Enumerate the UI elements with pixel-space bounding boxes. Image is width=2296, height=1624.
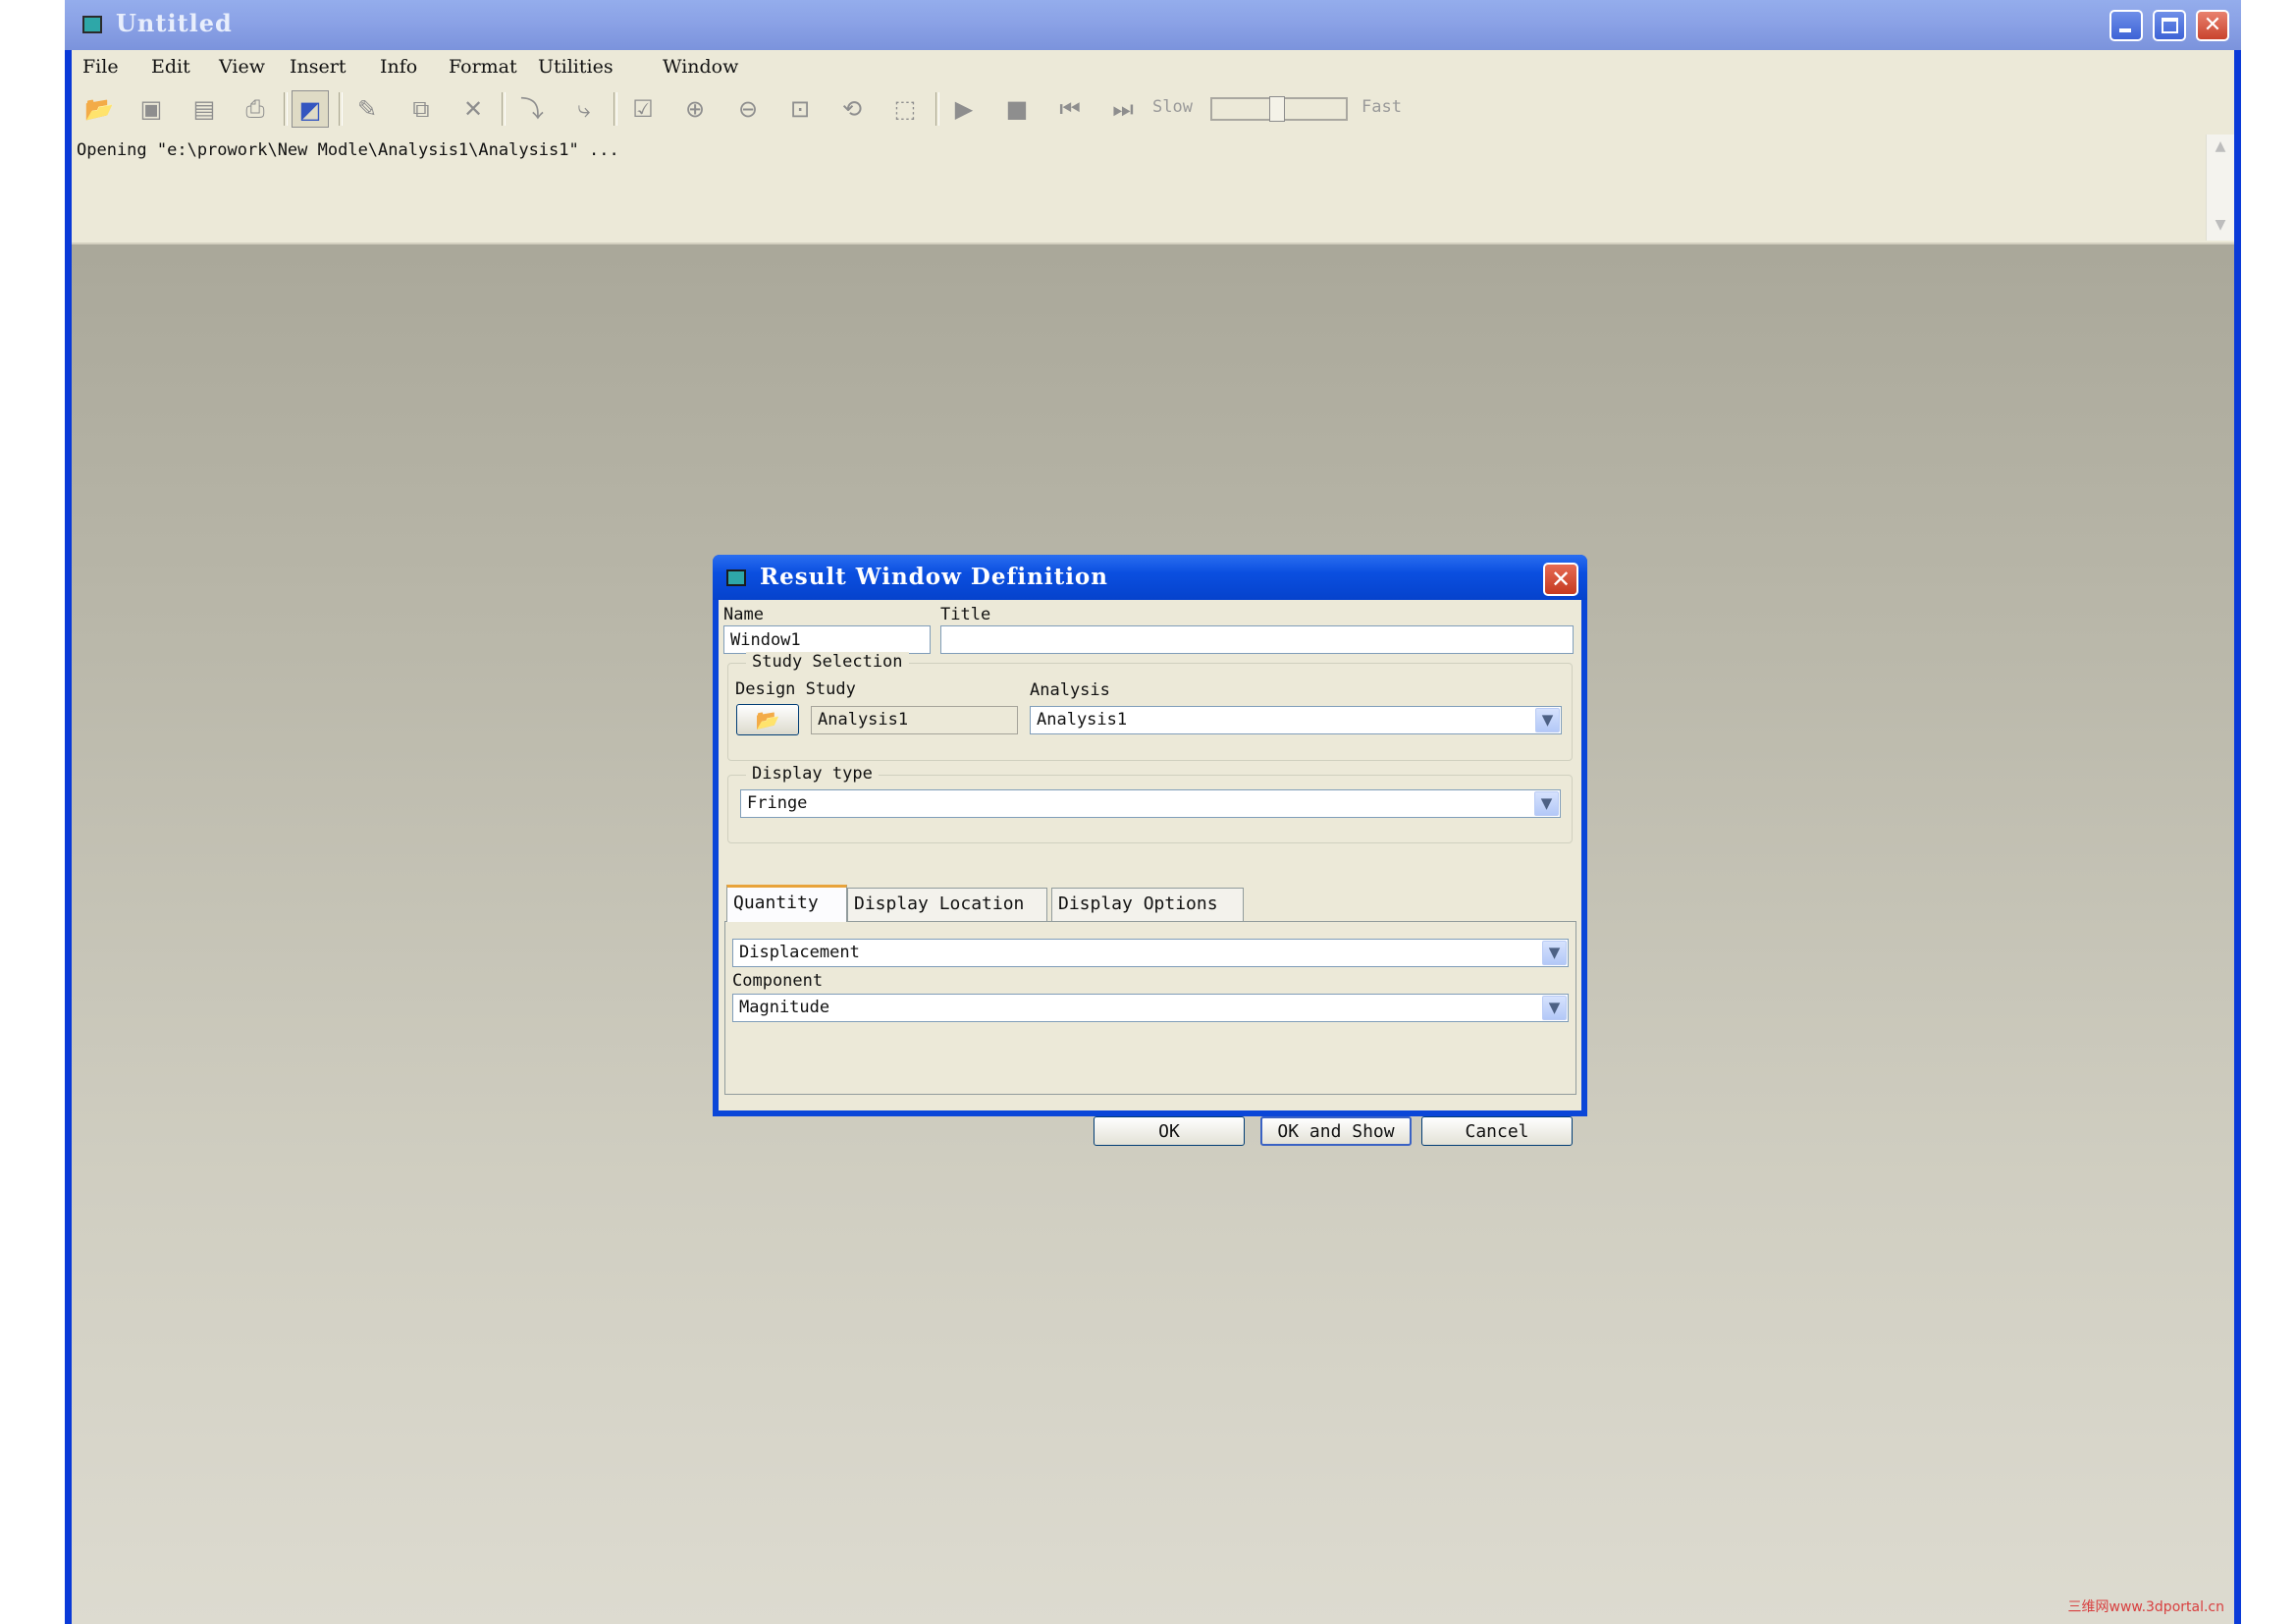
analysis-value: Analysis1 [1037,710,1128,730]
close-button[interactable]: ✕ [2196,10,2229,41]
save-as-icon[interactable]: ▤ [186,90,223,128]
toolbar: 📂 ▣ ▤ ⎙ ◩ ✎ ⧉ ✕ ⤵ ⤷ ☑ ⊕ ⊖ ⊡ ⟲ ⬚ ▶ ■ ⏮ ⏭ … [72,84,2234,135]
name-label: Name [723,605,764,624]
chevron-down-icon[interactable]: ▼ [1542,941,1567,965]
design-study-label: Design Study [735,679,856,699]
rewind-icon[interactable]: ⏮ [1051,90,1089,128]
study-selection-legend: Study Selection [746,652,909,672]
display-type-legend: Display type [746,764,879,784]
stop-icon[interactable]: ■ [998,90,1036,128]
analysis-select[interactable]: Analysis1 ▼ [1030,706,1562,734]
menu-insert[interactable]: Insert [290,56,346,78]
tab-display-options[interactable]: Display Options [1051,888,1244,921]
watermark: 三维网www.3dportal.cn [2067,1599,2225,1615]
play-icon[interactable]: ▶ [945,90,983,128]
zoom-in-icon[interactable]: ⊕ [676,90,714,128]
close-icon: ✕ [2203,13,2222,37]
menu-file[interactable]: File [82,56,119,78]
zoom-out-icon[interactable]: ⊖ [729,90,767,128]
step-end-icon[interactable]: ⏭ [1104,90,1142,128]
chevron-down-icon[interactable]: ▼ [1535,708,1560,732]
open-folder-icon: 📂 [755,708,780,731]
menu-info[interactable]: Info [380,56,417,78]
ok-and-show-button[interactable]: OK and Show [1260,1116,1412,1146]
component-select[interactable]: Magnitude ▼ [732,994,1569,1022]
menu-format[interactable]: Format [449,56,517,78]
insert-before-icon[interactable]: ⤷ [565,90,603,128]
dialog-app-icon [726,569,746,586]
tab-display-location[interactable]: Display Location [847,888,1047,921]
delete-icon[interactable]: ✕ [454,90,492,128]
ok-button[interactable]: OK [1094,1116,1245,1146]
design-study-field: Analysis1 [811,706,1018,734]
dialog-titlebar: Result Window Definition ✕ [713,555,1587,600]
title-label: Title [940,605,991,624]
zoom-fit-icon[interactable]: ⊡ [781,90,819,128]
close-icon: ✕ [1550,566,1572,593]
print-icon[interactable]: ⎙ [237,90,274,128]
message-text: Opening "e:\prowork\New Modle\Analysis1\… [77,140,619,160]
tab-quantity[interactable]: Quantity [726,885,847,922]
app-icon [82,16,102,33]
speed-fast-label: Fast [1362,97,1402,117]
edit-definition-icon[interactable]: ✎ [348,90,386,128]
result-window-icon[interactable]: ◩ [292,90,329,128]
analysis-label: Analysis [1030,680,1110,700]
maximize-button[interactable] [2153,10,2186,41]
display-type-select[interactable]: Fringe ▼ [740,789,1561,818]
titlebar: Untitled ✕ [65,0,2241,50]
window-title: Untitled [116,9,233,37]
name-input[interactable] [723,625,931,654]
browse-study-button[interactable]: 📂 [736,704,799,735]
message-scrollbar[interactable]: ▲ ▼ [2206,135,2234,241]
minimize-icon [2119,28,2131,32]
maximize-icon [2162,18,2178,33]
quantity-select[interactable]: Displacement ▼ [732,939,1569,967]
rotate-icon[interactable]: ⟲ [833,90,871,128]
message-area: Opening "e:\prowork\New Modle\Analysis1\… [72,135,2234,244]
chevron-down-icon[interactable]: ▼ [1534,791,1559,816]
copy-icon[interactable]: ⧉ [402,90,440,128]
save-icon[interactable]: ▣ [133,90,170,128]
quantity-value: Displacement [739,943,860,962]
component-label: Component [732,971,824,991]
menu-window[interactable]: Window [663,56,738,78]
speed-slow-label: Slow [1152,97,1193,117]
menu-utilities[interactable]: Utilities [538,56,614,78]
result-window-dialog: Result Window Definition ✕ Name Title St… [713,555,1587,1146]
dialog-title: Result Window Definition [760,564,1108,590]
cancel-button[interactable]: Cancel [1421,1116,1573,1146]
menu-view[interactable]: View [219,56,265,78]
menubar: File Edit View Insert Info Format Utilit… [72,50,2234,84]
dialog-body: Name Title Study Selection Design Study … [719,600,1581,1146]
component-value: Magnitude [739,998,830,1017]
dialog-close-button[interactable]: ✕ [1543,563,1578,596]
speed-slider[interactable] [1210,96,1348,122]
menu-edit[interactable]: Edit [151,56,190,78]
scroll-down-icon[interactable]: ▼ [2207,217,2234,233]
speed-slider-thumb[interactable] [1269,96,1285,122]
insert-after-icon[interactable]: ⤵ [513,90,551,128]
open-folder-icon[interactable]: 📂 [80,90,118,128]
view-icon[interactable]: ⬚ [886,90,924,128]
display-type-value: Fringe [747,793,808,813]
title-input[interactable] [940,625,1574,654]
chevron-down-icon[interactable]: ▼ [1542,996,1567,1020]
scroll-up-icon[interactable]: ▲ [2207,138,2234,154]
show-icon[interactable]: ☑ [624,90,662,128]
minimize-button[interactable] [2109,10,2143,41]
